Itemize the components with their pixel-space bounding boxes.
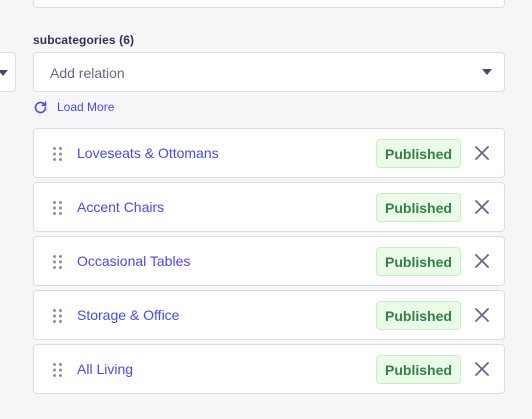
relation-item: Storage & Office Published bbox=[33, 290, 505, 340]
drag-handle-icon[interactable] bbox=[53, 309, 62, 323]
drag-handle-icon[interactable] bbox=[53, 363, 62, 377]
add-relation-placeholder: Add relation bbox=[50, 65, 125, 81]
close-icon[interactable] bbox=[472, 251, 492, 271]
load-more-label: Load More bbox=[57, 100, 115, 114]
load-more-button[interactable]: Load More bbox=[33, 99, 114, 115]
relation-link[interactable]: All Living bbox=[77, 361, 133, 377]
refresh-icon bbox=[33, 100, 48, 115]
drag-handle-icon[interactable] bbox=[53, 201, 62, 215]
status-badge: Published bbox=[376, 355, 461, 384]
status-badge: Published bbox=[376, 247, 461, 276]
close-icon[interactable] bbox=[472, 197, 492, 217]
relation-list: Loveseats & Ottomans Published Accent Ch… bbox=[33, 128, 505, 398]
relation-item: Accent Chairs Published bbox=[33, 182, 505, 232]
chevron-down-icon bbox=[482, 69, 492, 75]
chevron-down-icon bbox=[0, 70, 8, 76]
status-badge: Published bbox=[376, 301, 461, 330]
relation-link[interactable]: Storage & Office bbox=[77, 307, 179, 323]
adjacent-select[interactable] bbox=[0, 52, 16, 92]
relation-link[interactable]: Loveseats & Ottomans bbox=[77, 145, 219, 161]
relation-field-panel: subcategories (6) Add relation Load More… bbox=[0, 0, 532, 419]
drag-handle-icon[interactable] bbox=[53, 255, 62, 269]
relation-item: Loveseats & Ottomans Published bbox=[33, 128, 505, 178]
drag-handle-icon[interactable] bbox=[53, 147, 62, 161]
relation-link[interactable]: Occasional Tables bbox=[77, 253, 190, 269]
previous-field-input[interactable] bbox=[33, 0, 505, 8]
close-icon[interactable] bbox=[472, 305, 492, 325]
relation-item: All Living Published bbox=[33, 344, 505, 394]
close-icon[interactable] bbox=[472, 143, 492, 163]
relation-item: Occasional Tables Published bbox=[33, 236, 505, 286]
add-relation-select[interactable]: Add relation bbox=[33, 52, 505, 92]
relation-link[interactable]: Accent Chairs bbox=[77, 199, 164, 215]
close-icon[interactable] bbox=[472, 359, 492, 379]
status-badge: Published bbox=[376, 139, 461, 168]
field-label: subcategories (6) bbox=[33, 33, 135, 47]
status-badge: Published bbox=[376, 193, 461, 222]
